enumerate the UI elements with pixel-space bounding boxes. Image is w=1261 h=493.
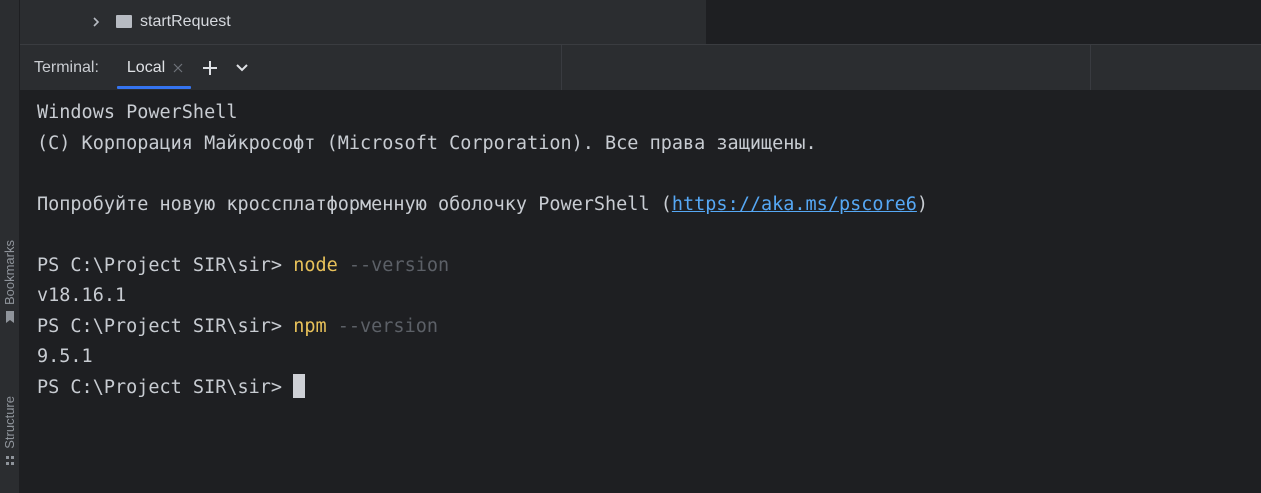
bookmark-icon — [6, 311, 14, 324]
plus-icon — [203, 60, 218, 75]
terminal-title: Terminal: — [34, 58, 99, 76]
chevron-down-icon — [236, 63, 248, 71]
tab-local[interactable]: Local — [116, 45, 192, 91]
terminal-line: PS C:\Project SIR\sir> node --version — [37, 251, 1261, 282]
output-text: Windows PowerShell — [37, 102, 238, 123]
tab-menu-button[interactable] — [229, 45, 255, 91]
close-icon[interactable] — [173, 63, 183, 73]
terminal-line: v18.16.1 — [37, 281, 1261, 312]
bookmarks-tab-label: Bookmarks — [2, 240, 17, 306]
bookmarks-tool-tab[interactable]: Bookmarks — [0, 240, 20, 324]
output-text: 9.5.1 — [37, 346, 93, 367]
output-text: ) — [916, 193, 929, 215]
command-args: --version — [326, 315, 438, 337]
chevron-right-icon[interactable] — [90, 16, 102, 28]
ide-window: Bookmarks Structure startRequest Termina… — [0, 0, 1261, 493]
command-args: --version — [337, 254, 450, 276]
terminal-line: (C) Корпорация Майкрософт (Microsoft Cor… — [37, 129, 1261, 160]
folder-icon — [116, 14, 132, 28]
pscore-link[interactable]: https://aka.ms/pscore6 — [672, 194, 917, 215]
editor-area — [706, 0, 1261, 44]
terminal-tab-bar: Terminal: Local — [20, 44, 1261, 91]
command: node — [293, 254, 338, 276]
tab-label: Local — [126, 58, 166, 76]
command: npm — [293, 315, 327, 337]
terminal-line: PS C:\Project SIR\sir> npm --version — [37, 312, 1261, 343]
output-text: Попробуйте новую кроссплатформенную обол… — [37, 193, 672, 215]
output-text: (C) Корпорация Майкрософт (Microsoft Cor… — [37, 132, 817, 154]
text-cursor — [293, 373, 306, 398]
project-tree-row[interactable]: startRequest — [20, 0, 706, 44]
terminal-line: Windows PowerShell — [37, 98, 1261, 129]
terminal-line: 9.5.1 — [37, 342, 1261, 373]
structure-tab-label: Structure — [2, 396, 17, 449]
terminal-line: Попробуйте новую кроссплатформенную обол… — [37, 190, 1261, 221]
new-tab-button[interactable] — [197, 45, 223, 91]
toolbar-divider — [561, 45, 562, 91]
structure-icon — [6, 455, 14, 465]
structure-tool-tab[interactable]: Structure — [0, 396, 20, 467]
prompt: PS C:\Project SIR\sir> — [37, 376, 294, 398]
prompt: PS C:\Project SIR\sir> — [37, 254, 294, 276]
prompt: PS C:\Project SIR\sir> — [37, 315, 294, 337]
terminal-output[interactable]: Windows PowerShell (C) Корпорация Майкро… — [20, 90, 1261, 493]
folder-label: startRequest — [140, 13, 231, 30]
terminal-input-line[interactable]: PS C:\Project SIR\sir> — [37, 373, 1261, 404]
output-text: v18.16.1 — [37, 285, 127, 306]
left-tool-strip: Bookmarks Structure — [0, 0, 20, 493]
toolbar-divider — [1090, 45, 1091, 91]
active-tab-indicator — [116, 85, 192, 89]
